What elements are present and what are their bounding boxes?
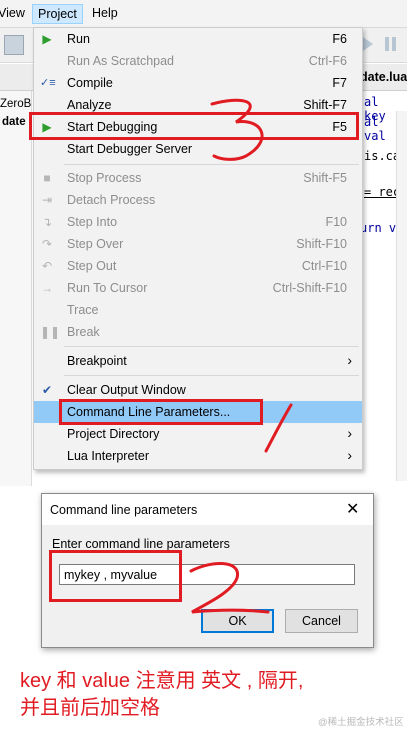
- annotation-marks: [189, 98, 293, 614]
- annotation-line: 并且前后加空格: [20, 697, 160, 719]
- annotation-text: key 和 value 注意用 英文 , 隔开, 并且前后加空格: [20, 668, 303, 722]
- annotation-mark-1: [264, 403, 293, 453]
- annotation-mark-2: [189, 561, 270, 614]
- annotation-mark-3: [210, 98, 264, 161]
- annotation-line: key 和 value 注意用 英文 , 隔开,: [20, 670, 304, 692]
- watermark: @稀土掘金技术社区: [318, 717, 404, 728]
